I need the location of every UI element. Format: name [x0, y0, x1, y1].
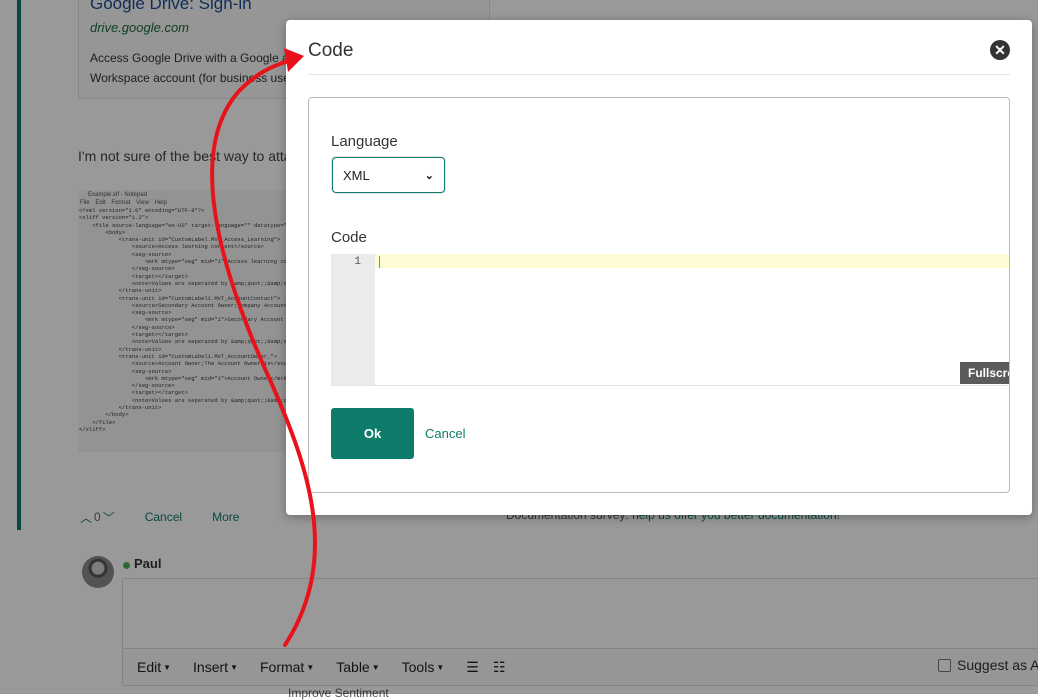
code-editor[interactable]: 1 Fullscreen: [331, 254, 1009, 386]
line-gutter: 1: [331, 254, 375, 385]
language-select[interactable]: XML ⌄: [332, 157, 445, 193]
chevron-down-icon: ⌄: [424, 169, 434, 182]
cancel-button[interactable]: Cancel: [425, 426, 465, 441]
language-select-value: XML: [343, 167, 370, 183]
code-label: Code: [331, 229, 367, 246]
dialog-title: Code: [308, 40, 354, 61]
language-label: Language: [331, 133, 398, 150]
code-dialog: Code ✕ Language XML ⌄ Code 1 Fullscreen …: [286, 20, 1032, 515]
dialog-panel: Language XML ⌄ Code 1 Fullscreen Ok Canc…: [308, 97, 1010, 493]
text-cursor: [379, 256, 380, 268]
fullscreen-button[interactable]: Fullscreen: [960, 362, 1009, 384]
close-icon[interactable]: ✕: [990, 40, 1010, 60]
active-line-highlight: [375, 254, 1009, 268]
line-number: 1: [354, 256, 361, 268]
ok-button[interactable]: Ok: [331, 408, 414, 459]
dialog-divider: [308, 74, 1010, 75]
